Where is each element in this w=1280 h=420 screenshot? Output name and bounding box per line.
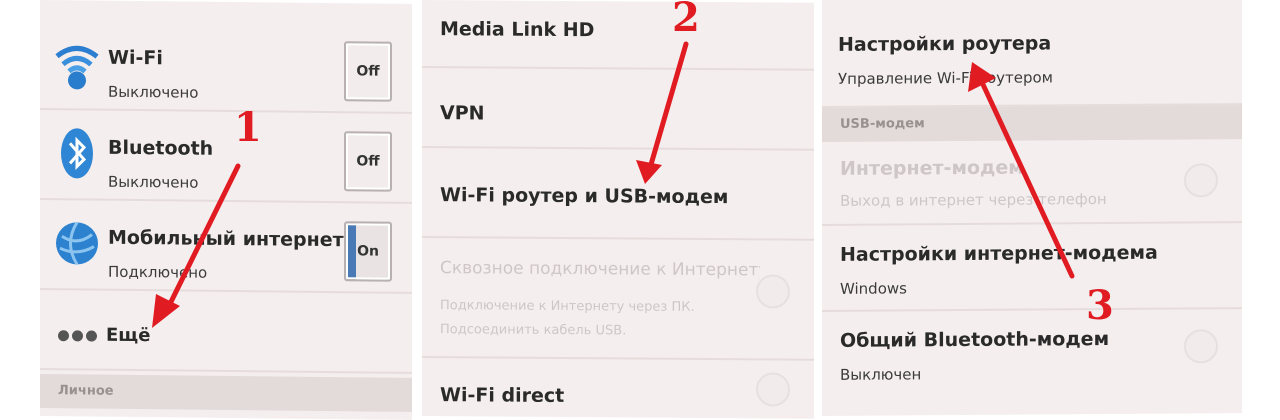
wifi-status: Выключено <box>108 82 199 102</box>
settings-panel-tethering: Настройки роутера Управление Wi-Fi роуте… <box>822 0 1242 416</box>
more-label: Ещё <box>106 324 151 347</box>
internet-modem-row: Интернет-модем Выход в интернет через те… <box>822 141 1242 226</box>
bluetooth-row[interactable]: Bluetooth Выключено Off <box>40 110 412 204</box>
media-link-label: Media Link HD <box>440 18 595 42</box>
mobile-internet-label: Мобильный интернет <box>108 226 344 252</box>
internet-modem-checkbox <box>1184 163 1218 198</box>
router-settings-row[interactable]: Настройки роутера Управление Wi-Fi роуте… <box>822 11 1242 108</box>
wifi-toggle[interactable]: Off <box>344 41 392 102</box>
mobile-internet-status: Подключено <box>108 262 208 282</box>
internet-modem-settings-label: Настройки интернет-модема <box>840 241 1158 266</box>
vpn-row[interactable]: VPN <box>422 68 814 151</box>
pass-through-label: Сквозное подключение к Интернету <box>440 258 760 281</box>
section-header-usb-modem-label: USB-модем <box>840 116 925 132</box>
internet-modem-settings-description: Windows <box>840 279 907 298</box>
wifi-label: Wi-Fi <box>108 46 163 70</box>
section-header-personal-label: Личное <box>58 383 114 399</box>
wifi-direct-row[interactable]: Wi-Fi direct <box>422 358 814 419</box>
globe-icon <box>56 221 98 266</box>
vpn-label: VPN <box>440 102 485 125</box>
bluetooth-toggle[interactable]: Off <box>344 131 392 192</box>
wifi-direct-label: Wi-Fi direct <box>440 384 565 407</box>
internet-modem-settings-row[interactable]: Настройки интернет-модема Windows <box>822 223 1242 312</box>
bluetooth-modem-checkbox[interactable] <box>1184 329 1218 364</box>
section-header-personal: Личное <box>40 374 412 412</box>
settings-panel-wireless: Wi-Fi Выключено Off Bluetooth Выключено … <box>40 0 412 420</box>
marker-2: 2 <box>672 0 700 41</box>
router-settings-label: Настройки роутера <box>838 32 1052 56</box>
wifi-router-usb-modem-label: Wi-Fi роутер и USB-модем <box>440 184 729 209</box>
internet-modem-label: Интернет-модем <box>840 156 1024 180</box>
mobile-internet-row[interactable]: Мобильный интернет Подключено On <box>40 200 412 294</box>
pass-through-checkbox <box>756 274 790 309</box>
router-settings-description: Управление Wi-Fi роутером <box>838 68 1053 88</box>
wifi-router-usb-modem-row[interactable]: Wi-Fi роутер и USB-модем <box>422 148 814 241</box>
pass-through-description: Подключение к Интернету через ПК. Подсое… <box>440 298 695 339</box>
pass-through-row: Сквозное подключение к Интернету Подключ… <box>422 238 814 361</box>
bluetooth-status: Выключено <box>108 172 199 192</box>
marker-3: 3 <box>1086 282 1114 329</box>
internet-modem-description: Выход в интернет через телефон <box>840 190 1107 210</box>
media-link-row[interactable]: Media Link HD <box>422 0 814 71</box>
mobile-internet-toggle[interactable]: On <box>344 221 392 282</box>
settings-panel-more: Media Link HD VPN Wi-Fi роутер и USB-мод… <box>422 0 814 419</box>
bluetooth-modem-row[interactable]: Общий Bluetooth-модем Выключен <box>822 309 1242 396</box>
bluetooth-modem-status: Выключен <box>840 365 922 384</box>
bluetooth-modem-label: Общий Bluetooth-модем <box>840 327 1110 352</box>
wifi-row[interactable]: Wi-Fi Выключено Off <box>40 20 412 114</box>
marker-1: 1 <box>234 104 262 151</box>
wifi-icon <box>55 45 99 90</box>
more-dots-icon <box>58 326 100 345</box>
more-row[interactable]: Ещё <box>40 290 412 374</box>
section-header-usb-modem: USB-модем <box>822 105 1242 142</box>
wifi-direct-checkbox[interactable] <box>756 372 790 407</box>
screenshot-collage: Wi-Fi Выключено Off Bluetooth Выключено … <box>0 0 1280 420</box>
bluetooth-label: Bluetooth <box>108 136 214 160</box>
bluetooth-icon <box>61 128 93 179</box>
